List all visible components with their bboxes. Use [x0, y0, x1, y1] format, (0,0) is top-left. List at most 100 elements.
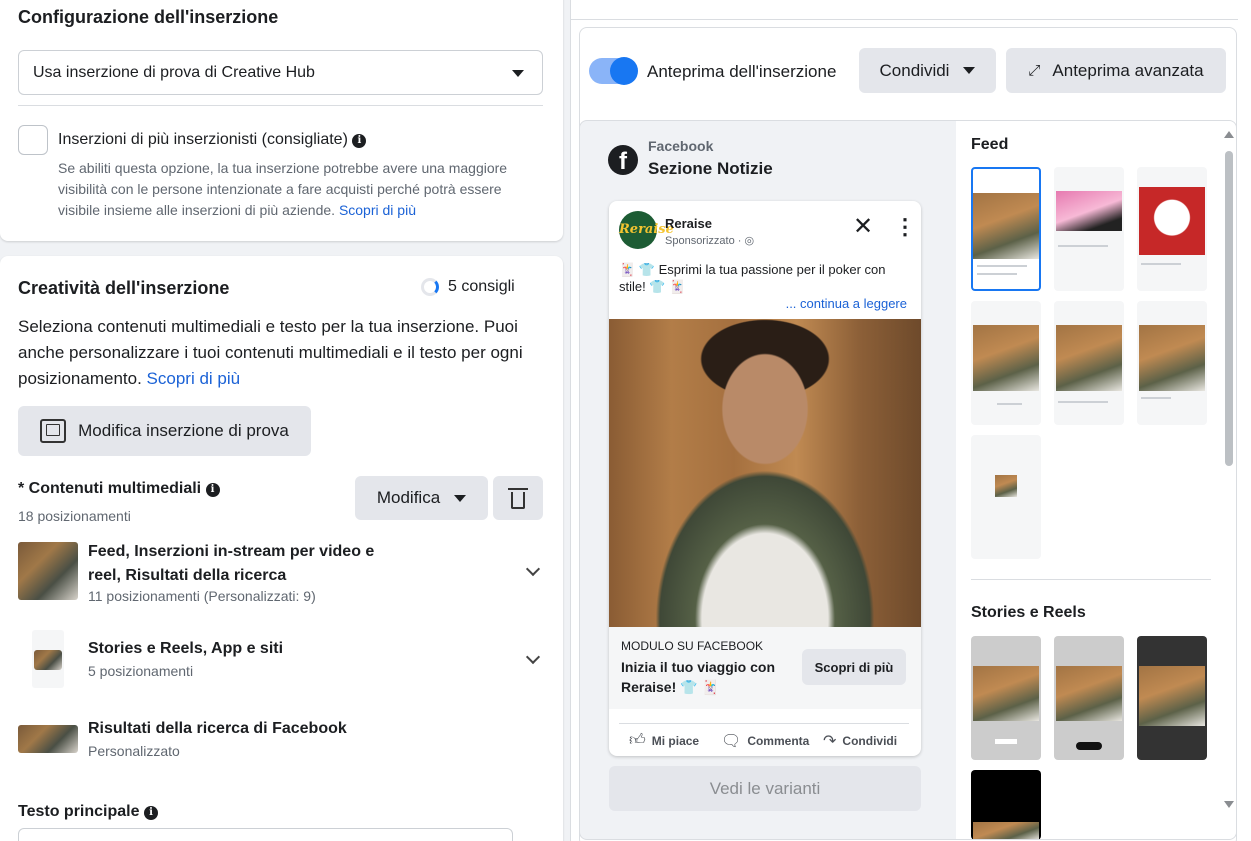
edit-test-ad-button[interactable]: Modifica inserzione di prova — [18, 406, 311, 456]
placement-thumbnail — [18, 725, 78, 753]
like-label: Mi piace — [651, 733, 700, 748]
preview-area: f Facebook Sezione Notizie Reraise Rerai… — [579, 120, 1237, 840]
info-icon[interactable]: i — [352, 134, 367, 148]
placement-title: Risultati della ricerca di Facebook — [88, 720, 347, 737]
placement-title-line: Feed, Inserzioni in-stream per video e — [88, 543, 375, 560]
brand-logo: Reraise — [619, 211, 674, 249]
placement-subtitle: Personalizzato — [88, 743, 180, 759]
more-options-icon[interactable]: ⋮ — [894, 215, 916, 239]
creative-desc-text: Seleziona contenuti multimediali e testo… — [18, 317, 523, 388]
multi-advertiser-text: Inserzioni di più inserzionisti (consigl… — [58, 131, 348, 148]
chevron-down-icon[interactable] — [525, 649, 541, 665]
tips-indicator[interactable]: 5 consigli — [421, 278, 515, 296]
stories-placement-thumbnail[interactable] — [1054, 636, 1124, 760]
placement-subtitle: 5 posizionamenti — [88, 663, 194, 679]
ad-configuration-card: Configurazione dell'inserzione Usa inser… — [0, 0, 563, 241]
expand-icon: ⤢ — [1028, 62, 1041, 79]
delete-media-button[interactable] — [493, 476, 543, 520]
modify-label: Modifica — [376, 488, 441, 507]
see-variants-button[interactable]: Vedi le varianti — [609, 766, 921, 811]
advanced-preview-button[interactable]: ⤢ Anteprima avanzata — [1006, 48, 1226, 93]
brand-name: Reraise — [665, 216, 712, 231]
ad-preview-panel: Anteprima dell'inserzione Condividi ⤢ An… — [570, 0, 1251, 841]
headline: Inizia il tuo viaggio con Reraise! 👕 🃏 — [621, 657, 775, 697]
media-label: * Contenuti multimediali i — [18, 480, 220, 498]
feed-placement-thumbnail[interactable] — [971, 301, 1041, 425]
caret-down-icon — [512, 70, 524, 77]
scroll-thumb[interactable] — [1225, 151, 1233, 466]
preview-toggle-label: Anteprima dell'inserzione — [647, 62, 837, 81]
info-icon[interactable]: i — [205, 483, 220, 497]
select-value: Usa inserzione di prova di Creative Hub — [33, 64, 315, 81]
edit-test-ad-label: Modifica inserzione di prova — [78, 421, 289, 440]
scroll-up-icon[interactable] — [1224, 131, 1234, 138]
cta-bar: MODULO SU FACEBOOK Inizia il tuo viaggio… — [609, 627, 921, 709]
caret-down-icon — [454, 494, 467, 502]
multi-advertiser-description: Se abiliti questa opzione, la tua inserz… — [58, 158, 543, 221]
feed-placement-thumbnail[interactable] — [1054, 167, 1124, 291]
learn-more-link[interactable]: Scopri di più — [339, 202, 416, 218]
info-icon[interactable]: i — [143, 806, 158, 820]
advanced-preview-label: Anteprima avanzata — [1052, 60, 1204, 80]
share-preview-button[interactable]: Condividi — [859, 48, 996, 93]
placement-thumbnail — [32, 630, 64, 688]
test-ad-select[interactable]: Usa inserzione di prova di Creative Hub — [18, 50, 543, 95]
placement-subtitle: 11 posizionamenti (Personalizzati: 9) — [88, 588, 316, 604]
sponsored-label: Sponsorizzato · ◎ — [665, 234, 754, 247]
primary-text-input[interactable] — [18, 828, 513, 841]
description-text: Se abiliti questa opzione, la tua inserz… — [58, 160, 508, 218]
scrollbar[interactable] — [1224, 131, 1234, 831]
multi-advertiser-checkbox[interactable] — [18, 125, 48, 155]
creative-learn-more-link[interactable]: Scopri di più — [147, 369, 241, 388]
comment-button[interactable]: 🗨︎ Commenta — [721, 731, 809, 751]
divider — [971, 579, 1211, 580]
post-text: 🃏 👕 Esprimi la tua passione per il poker… — [619, 262, 886, 294]
creative-description: Seleziona contenuti multimediali e testo… — [18, 314, 548, 392]
feed-placement-thumbnail[interactable] — [1054, 301, 1124, 425]
monitor-icon — [40, 419, 67, 443]
divider — [619, 723, 909, 724]
comment-label: Commenta — [747, 734, 810, 748]
share-label: Condividi — [879, 60, 950, 80]
comment-icon: 🗨︎ — [721, 733, 742, 750]
share-arrow-icon: ↷ — [823, 733, 837, 750]
chevron-down-icon[interactable] — [525, 561, 541, 577]
stories-placement-thumbnail[interactable] — [971, 636, 1041, 760]
form-label: MODULO SU FACEBOOK — [621, 639, 764, 653]
feed-placement-thumbnail[interactable] — [971, 167, 1041, 291]
placement-title-line: reel, Risultati della ricerca — [88, 567, 287, 584]
config-title: Configurazione dell'inserzione — [18, 7, 279, 27]
placement-title: Feed, Inserzioni in-stream per video e r… — [88, 540, 374, 588]
placement-thumbnail-image — [34, 650, 62, 670]
media-label-text: * Contenuti multimediali — [18, 480, 202, 497]
reels-placement-thumbnail[interactable] — [1137, 636, 1207, 760]
globe-icon: ◎ — [744, 235, 755, 247]
stories-placement-thumbnail[interactable] — [971, 770, 1041, 839]
platform-label: Facebook — [648, 138, 714, 154]
caret-down-icon — [963, 67, 976, 74]
feed-placement-thumbnail[interactable] — [1137, 301, 1207, 425]
tips-text: 5 consigli — [448, 278, 515, 295]
continue-reading-link[interactable]: ... continua a leggere — [786, 296, 907, 311]
cta-button[interactable]: Scopri di più — [802, 649, 906, 685]
ad-post-preview: Reraise Reraise Sponsorizzato · ◎ ✕ ⋮ 🃏 … — [609, 201, 921, 756]
scroll-down-icon[interactable] — [1224, 801, 1234, 808]
headline-line: Reraise! 👕 🃏 — [621, 679, 719, 695]
feed-placement-thumbnail[interactable] — [971, 435, 1041, 559]
feed-placement-thumbnail[interactable] — [1137, 167, 1207, 291]
close-icon[interactable]: ✕ — [853, 215, 873, 239]
share-button[interactable]: ↷ Condividi — [823, 731, 897, 751]
divider — [18, 105, 543, 106]
post-image — [609, 319, 921, 627]
sponsored-text: Sponsorizzato · — [665, 235, 742, 247]
modify-media-button[interactable]: Modifica — [355, 476, 488, 520]
preview-toggle[interactable] — [589, 57, 638, 85]
stories-heading: Stories e Reels — [971, 604, 1086, 621]
section-label: Sezione Notizie — [648, 159, 773, 178]
primary-text-label-text: Testo principale — [18, 803, 140, 820]
divider — [571, 19, 1238, 20]
share-post-label: Condividi — [842, 734, 898, 748]
multi-advertiser-label: Inserzioni di più inserzionisti (consigl… — [58, 131, 367, 149]
headline-line: Inizia il tuo viaggio con — [621, 659, 776, 675]
like-button[interactable]: 👍︎ Mi piace — [629, 731, 699, 750]
